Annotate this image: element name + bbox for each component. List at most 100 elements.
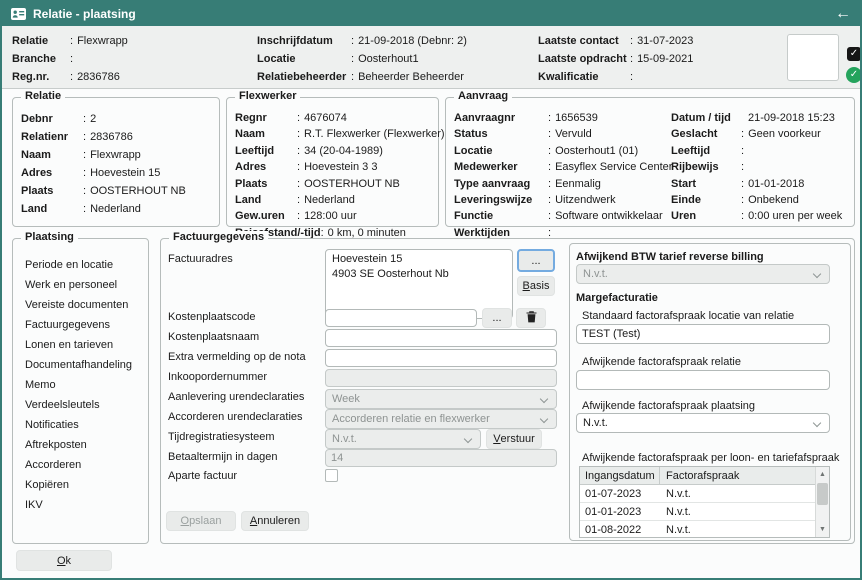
annuleren-button[interactable]: Annuleren — [241, 511, 309, 531]
header-field-row: Laatste opdracht:15-09-2021 — [538, 52, 693, 66]
scroll-down-icon[interactable]: ▼ — [816, 523, 829, 536]
sidebar-item[interactable]: IKV — [25, 495, 144, 515]
afwijkende-factorafspraak-plaatsing-label: Afwijkende factorafspraak plaatsing — [582, 400, 755, 412]
sidebar-item[interactable]: Lonen en tarieven — [25, 335, 144, 355]
scrollbar-thumb[interactable] — [817, 483, 828, 505]
field-value: 128:00 uur — [304, 208, 357, 224]
field-row: Locatie:Oosterhout1 (01) — [454, 143, 672, 159]
table-row[interactable]: 01-08-2022N.v.t. — [580, 521, 829, 538]
sidebar-item[interactable]: Notificaties — [25, 415, 144, 435]
sidebar-item[interactable]: Accorderen — [25, 455, 144, 475]
kostenplaatscode-input[interactable] — [325, 309, 477, 327]
sidebar-item[interactable]: Kopiëren — [25, 475, 144, 495]
field-label: Plaats — [21, 182, 83, 200]
field-colon: : — [741, 143, 748, 159]
field-label: Relatie — [12, 34, 70, 48]
kostenplaatsnaam-label: Kostenplaatsnaam — [168, 331, 259, 343]
field-row: Leeftijd: — [671, 143, 842, 159]
table-row[interactable]: 01-07-2023N.v.t. — [580, 485, 829, 503]
field-colon: : — [70, 34, 77, 48]
inkoopordernummer-input — [325, 369, 557, 387]
back-arrow-button[interactable]: ← — [835, 6, 851, 22]
field-label: Datum / tijd — [671, 110, 741, 126]
extra-vermelding-input[interactable] — [325, 349, 557, 367]
afwijkende-factorafspraak-plaatsing-select[interactable]: N.v.t. — [576, 413, 830, 433]
kostenplaatsnaam-input[interactable] — [325, 329, 557, 347]
kostenplaatscode-browse-button[interactable]: ... — [482, 308, 512, 328]
table-scrollbar[interactable]: ▲ ▼ — [815, 467, 829, 537]
cell-ingangsdatum: 01-08-2022 — [580, 524, 660, 536]
kostenplaatscode-delete-button[interactable] — [516, 308, 546, 328]
sidebar-item[interactable]: Factuurgegevens — [25, 315, 144, 335]
header-field-row: Inschrijfdatum:21-09-2018 (Debnr: 2) — [257, 34, 467, 48]
chevron-down-icon — [540, 415, 548, 423]
table-row[interactable]: 01-01-2023N.v.t. — [580, 503, 829, 521]
factorafspraak-table: Ingangsdatum Factorafspraak 01-07-2023N.… — [579, 466, 830, 538]
field-value: Nederland — [90, 200, 141, 218]
field-label: Laatste contact — [538, 34, 630, 48]
field-label: Naam — [235, 126, 297, 142]
sidebar-item[interactable]: Memo — [25, 375, 144, 395]
field-value: Uitzendwerk — [555, 192, 616, 208]
sidebar-item[interactable]: Documentafhandeling — [25, 355, 144, 375]
field-label: Functie — [454, 208, 548, 224]
sidebar-item[interactable]: Aftrekposten — [25, 435, 144, 455]
field-colon: : — [297, 110, 304, 126]
verstuur-button[interactable]: Verstuur — [486, 429, 542, 449]
field-value: Easyflex Service Center — [555, 159, 672, 175]
field-colon: : — [741, 208, 748, 224]
field-label: Aanvraagnr — [454, 110, 548, 126]
select-value: Accorderen relatie en flexwerker — [332, 413, 490, 425]
plaatsing-menu: Periode en locatieWerk en personeelVerei… — [13, 239, 148, 515]
standaard-factorafspraak-input[interactable] — [576, 324, 830, 344]
approved-check-icon: ✓ — [846, 67, 862, 83]
field-row: Type aanvraag:Eenmalig — [454, 176, 672, 192]
select-value: N.v.t. — [583, 417, 608, 429]
field-value: Geen voorkeur — [748, 126, 821, 142]
field-row: Medewerker:Easyflex Service Center — [454, 159, 672, 175]
field-value: Software ontwikkelaar — [555, 208, 663, 224]
field-colon: : — [548, 126, 555, 142]
field-value: 21-09-2018 (Debnr: 2) — [358, 34, 467, 48]
sidebar-item[interactable]: Periode en locatie — [25, 255, 144, 275]
header-field-row: Laatste contact:31-07-2023 — [538, 34, 693, 48]
field-value: OOSTERHOUT NB — [304, 176, 400, 192]
field-colon: : — [83, 110, 90, 128]
sidebar-item[interactable]: Verdeelsleutels — [25, 395, 144, 415]
btw-reverse-billing-label: Afwijkend BTW tarief reverse billing — [576, 251, 764, 263]
field-label: Land — [21, 200, 83, 218]
cell-ingangsdatum: 01-01-2023 — [580, 506, 660, 518]
field-label: Reg.nr. — [12, 70, 70, 84]
field-row: Datum / tijd21-09-2018 15:23 — [671, 110, 842, 126]
field-colon — [741, 110, 748, 126]
relatie-rows: Debnr:2Relatienr:2836786Naam:FlexwrappAd… — [13, 98, 219, 218]
header-checkbox[interactable]: ✓ — [847, 47, 861, 61]
factuuradres-browse-button[interactable]: ... — [517, 249, 555, 272]
field-label: Adres — [235, 159, 297, 175]
sidebar-item[interactable]: Vereiste documenten — [25, 295, 144, 315]
sidebar-item[interactable]: Werk en personeel — [25, 275, 144, 295]
cell-ingangsdatum: 01-07-2023 — [580, 488, 660, 500]
scroll-up-icon[interactable]: ▲ — [816, 468, 829, 481]
field-value: 0:00 uren per week — [748, 208, 842, 224]
field-value: 2836786 — [77, 70, 120, 84]
field-row: Land:Nederland — [21, 200, 213, 218]
header-column-activity: Laatste contact:31-07-2023 Laatste opdrac… — [538, 34, 693, 84]
aparte-factuur-checkbox[interactable] — [325, 469, 338, 482]
field-label: Rijbewijs — [671, 159, 741, 175]
field-colon: : — [70, 70, 77, 84]
trash-icon — [526, 311, 537, 326]
field-value: Oosterhout1 (01) — [555, 143, 638, 159]
field-row: Geslacht:Geen voorkeur — [671, 126, 842, 142]
field-row: Einde:Onbekend — [671, 192, 842, 208]
afwijkende-factorafspraak-relatie-input[interactable] — [576, 370, 830, 390]
ok-button[interactable]: Ok — [16, 550, 112, 571]
chevron-down-icon — [540, 395, 548, 403]
header-column-registration: Inschrijfdatum:21-09-2018 (Debnr: 2)Loca… — [257, 34, 467, 84]
field-colon: : — [83, 164, 90, 182]
select-value: N.v.t. — [583, 268, 608, 280]
header-field-row: Branche: — [12, 52, 128, 66]
field-colon: : — [297, 176, 304, 192]
field-colon: : — [83, 182, 90, 200]
basis-button[interactable]: Basis — [517, 276, 555, 296]
